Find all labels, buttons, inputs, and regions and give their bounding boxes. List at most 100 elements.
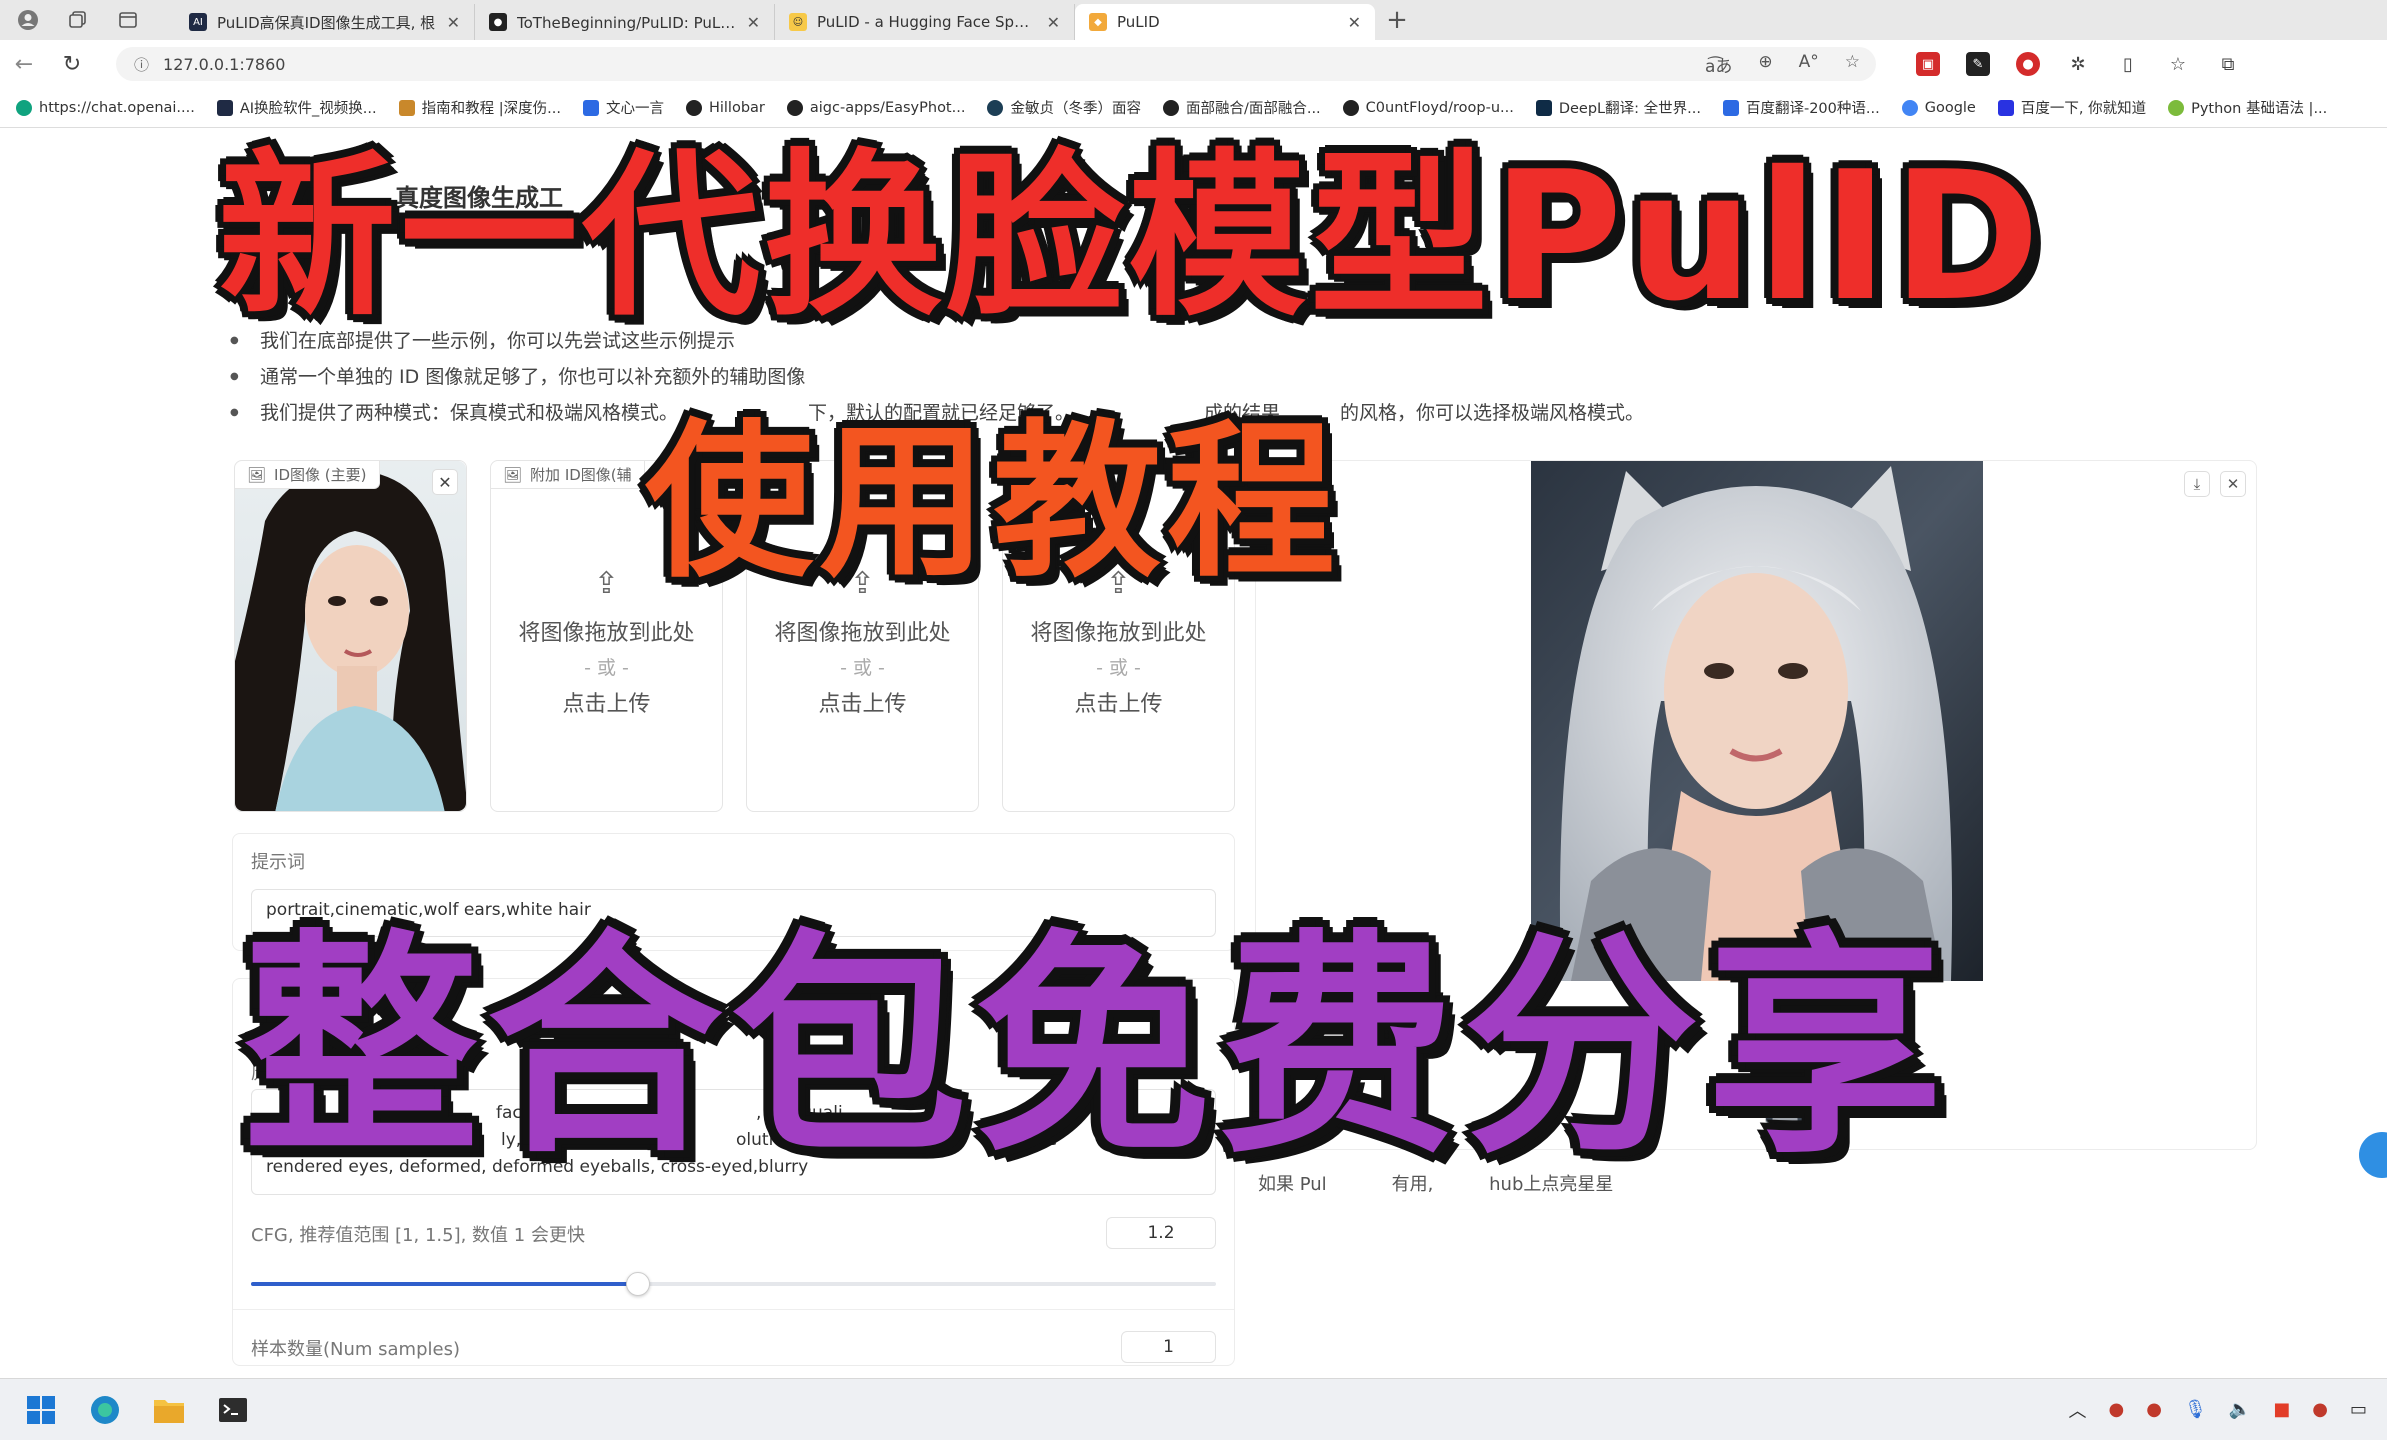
new-tab-button[interactable]: +: [1375, 0, 1419, 40]
collections-bar-icon[interactable]: ⧉: [2216, 52, 2240, 76]
terminal-icon[interactable]: [216, 1393, 250, 1427]
cfg-slider-fill: [251, 1282, 638, 1286]
url-text: 127.0.0.1:7860: [163, 54, 286, 74]
url-field[interactable]: ⓘ 127.0.0.1:7860 a͡あ ⊕ A° ☆: [116, 47, 1876, 81]
bookmark-item[interactable]: Google: [1901, 99, 1976, 116]
bookmark-item[interactable]: 百度一下, 你就知道: [1997, 97, 2146, 118]
image-icon: 🖼: [503, 465, 523, 484]
cfg-slider-handle[interactable]: [625, 1272, 650, 1296]
info-icon[interactable]: ⓘ: [134, 54, 149, 75]
aux-image-label: 🖼 附加 ID图像(辅: [491, 461, 645, 489]
tab-close-icon[interactable]: ✕: [1348, 13, 1361, 32]
tray-red-app-icon[interactable]: ■: [2273, 1399, 2290, 1420]
globe-icon: [987, 99, 1004, 116]
bookmark-item[interactable]: Python 基础语法 |...: [2168, 97, 2327, 118]
bookmark-item[interactable]: 文心一言: [582, 97, 664, 118]
overlay-caption-title: 新一代换脸模型PulID: [218, 133, 2045, 340]
github-icon: [786, 99, 803, 116]
ai-icon: [216, 99, 233, 116]
bookmark-item[interactable]: Hillobar: [685, 99, 765, 116]
github-icon: [1342, 99, 1359, 116]
tray-app-icon[interactable]: ●: [2109, 1399, 2125, 1420]
bookmark-item[interactable]: 百度翻译-200种语...: [1722, 97, 1880, 118]
tab-title: PuLID高保真ID图像生成工具, 根: [217, 13, 436, 32]
zoom-icon[interactable]: ⊕: [1758, 52, 1772, 77]
close-icon[interactable]: ✕: [432, 469, 458, 495]
window-controls: [0, 0, 175, 40]
google-icon: [1901, 99, 1918, 116]
tab-close-icon[interactable]: ✕: [747, 13, 760, 32]
display-icon[interactable]: ▭: [2350, 1399, 2367, 1420]
image-icon: 🖼: [247, 465, 267, 484]
system-tray: ︿ ● ● 🎙 🔈 ■ ● ▭: [2069, 1397, 2387, 1423]
browser-tab-bar: AI PuLID高保真ID图像生成工具, 根 ✕ ● ToTheBeginnin…: [0, 0, 2387, 40]
bookmark-item[interactable]: 指南和教程 |深度伤...: [398, 97, 561, 118]
profile-icon[interactable]: [16, 8, 40, 32]
split-screen-icon[interactable]: ▯: [2116, 52, 2140, 76]
read-aloud-icon[interactable]: A°: [1799, 52, 1819, 77]
chevron-up-icon[interactable]: ︿: [2069, 1397, 2087, 1423]
favorites-icon[interactable]: ☆: [2166, 52, 2190, 76]
download-icon[interactable]: ⤓: [2184, 471, 2210, 497]
tab-favicon-icon: AI: [189, 13, 207, 31]
chatgpt-icon: [16, 99, 32, 116]
translate-icon[interactable]: a͡あ: [1705, 52, 1732, 77]
tray-app-icon[interactable]: ●: [2312, 1399, 2328, 1420]
extension-tool-icon[interactable]: ✎: [1966, 52, 1990, 76]
baidu-icon: [1997, 99, 2014, 116]
gradio-icon: ◆: [1089, 13, 1107, 31]
baidu-translate-icon: [1722, 99, 1739, 116]
extensions-puzzle-icon[interactable]: ✲: [2066, 52, 2090, 76]
windows-start-icon[interactable]: [24, 1393, 58, 1427]
generated-image[interactable]: [1531, 461, 1983, 981]
extension-gift-icon[interactable]: ▣: [1916, 52, 1940, 76]
tab-title: PuLID - a Hugging Face Space by: [817, 13, 1037, 31]
id-image-panel[interactable]: 🖼 ID图像 (主要) ✕: [234, 460, 467, 812]
favorite-star-icon[interactable]: ☆: [1845, 52, 1860, 77]
prompt-label: 提示词: [251, 852, 305, 873]
vertical-tabs-icon[interactable]: [116, 8, 140, 32]
tray-app-icon[interactable]: ●: [2146, 1399, 2162, 1420]
github-icon: ●: [489, 13, 507, 31]
bookmark-item[interactable]: https://chat.openai....: [16, 99, 195, 116]
floating-assistant-icon[interactable]: [2359, 1132, 2387, 1178]
collections-icon[interactable]: [66, 8, 90, 32]
github-icon: [1162, 99, 1179, 116]
num-samples-input[interactable]: 1: [1121, 1331, 1216, 1363]
microphone-icon[interactable]: 🎙: [2184, 1399, 2207, 1420]
bookmark-item[interactable]: DeepL翻译: 全世界...: [1535, 97, 1701, 118]
bookmark-item[interactable]: C0untFloyd/roop-u...: [1342, 99, 1514, 116]
bookmark-item[interactable]: AI换脸软件_视频换...: [216, 97, 377, 118]
back-arrow-icon[interactable]: ←: [0, 52, 48, 77]
cfg-value-input[interactable]: 1.2: [1106, 1217, 1216, 1249]
gallery-toolbar: ⤓ ✕: [2184, 471, 2246, 497]
file-explorer-icon[interactable]: [152, 1393, 186, 1427]
tab-close-icon[interactable]: ✕: [1047, 13, 1060, 32]
bookmark-item[interactable]: 金敏贞（冬季）面容: [987, 97, 1141, 118]
tab-close-icon[interactable]: ✕: [447, 13, 460, 32]
hugging-face-icon: ☺: [789, 13, 807, 31]
close-icon[interactable]: ✕: [2220, 471, 2246, 497]
bookmark-item[interactable]: aigc-apps/EasyPhot...: [786, 99, 965, 116]
instruction-item: 通常一个单独的 ID 图像就足够了，你也可以补充额外的辅助图像: [230, 359, 1644, 395]
github-icon: [685, 99, 702, 116]
windows-taskbar: ︿ ● ● 🎙 🔈 ■ ● ▭: [0, 1378, 2387, 1440]
browser-tab[interactable]: ● ToTheBeginning/PuLID: PuLID的 ✕: [475, 4, 775, 40]
deepl-icon: [1535, 99, 1552, 116]
bookmarks-bar: https://chat.openai.... AI换脸软件_视频换... 指南…: [0, 88, 2387, 128]
extension-block-icon[interactable]: ●: [2016, 52, 2040, 76]
browser-tab[interactable]: ☺ PuLID - a Hugging Face Space by ✕: [775, 4, 1075, 40]
tab-title: ToTheBeginning/PuLID: PuLID的: [517, 13, 737, 32]
speaker-icon[interactable]: 🔈: [2229, 1399, 2251, 1420]
bookmark-item[interactable]: 面部融合/面部融合...: [1162, 97, 1321, 118]
browser-tab-active[interactable]: ◆ PuLID ✕: [1075, 4, 1375, 40]
browser-tab[interactable]: AI PuLID高保真ID图像生成工具, 根 ✕: [175, 4, 475, 40]
extensions-bar: ▣ ✎ ● ✲ ▯ ☆ ⧉: [1916, 52, 2240, 76]
edge-browser-icon[interactable]: [88, 1393, 122, 1427]
address-bar-row: ← ↻ ⓘ 127.0.0.1:7860 a͡あ ⊕ A° ☆ ▣ ✎ ● ✲ …: [0, 40, 2387, 88]
bookmark-favicon-icon: [398, 99, 415, 116]
python-icon: [2168, 99, 2185, 116]
id-image-label: 🖼 ID图像 (主要): [235, 461, 380, 489]
refresh-icon[interactable]: ↻: [48, 52, 96, 77]
cfg-label: CFG, 推荐值范围 [1, 1.5], 数值 1 会更快: [251, 1225, 585, 1246]
